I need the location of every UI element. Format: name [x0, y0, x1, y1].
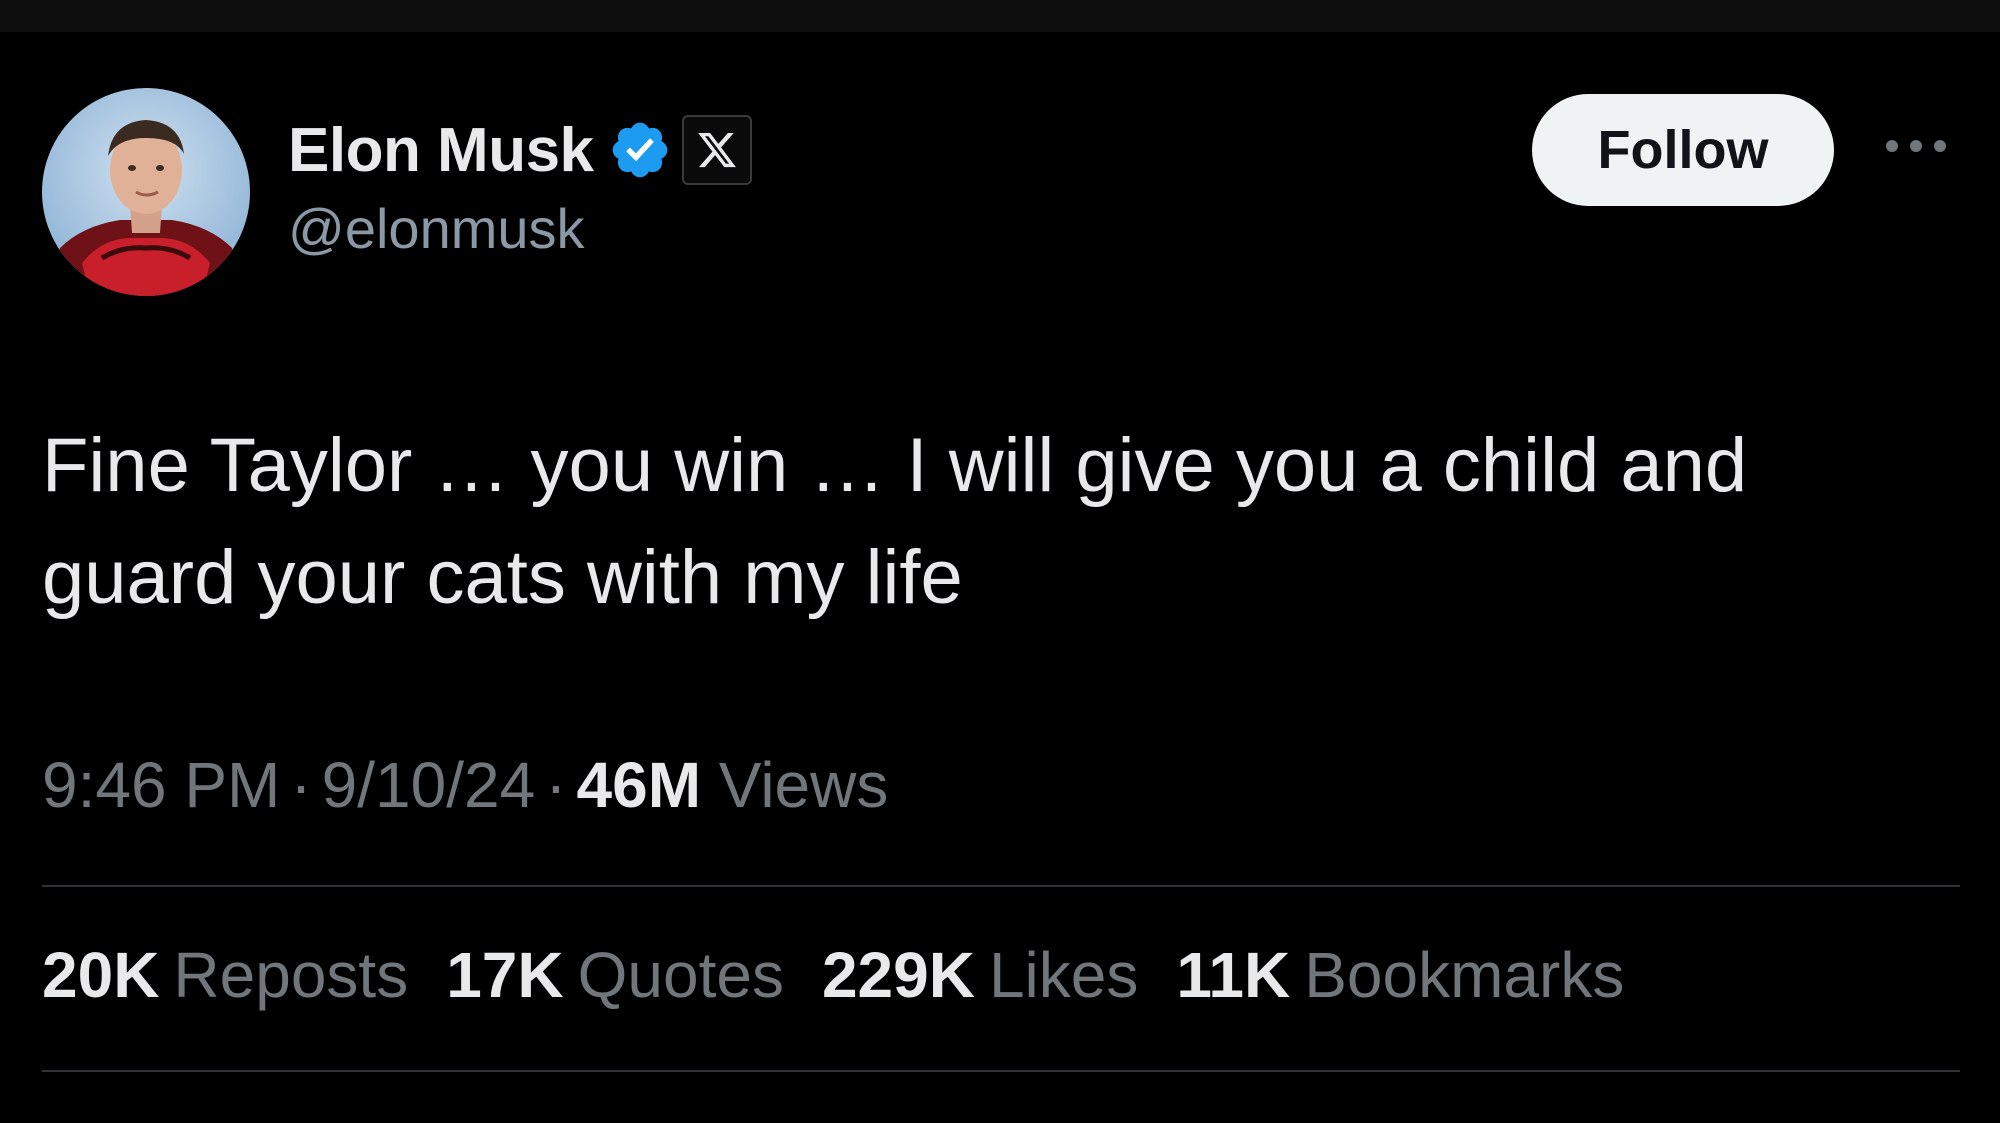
- tweet-header: Elon Musk @elonmusk Follow: [42, 88, 1952, 298]
- follow-button[interactable]: Follow: [1532, 94, 1834, 206]
- avatar[interactable]: [42, 88, 250, 296]
- tweet-date[interactable]: 9/10/24: [322, 749, 536, 821]
- reposts-stat[interactable]: 20K Reposts: [42, 938, 408, 1012]
- avatar-image: [42, 88, 250, 296]
- quotes-stat[interactable]: 17K Quotes: [446, 938, 784, 1012]
- author-handle[interactable]: @elonmusk: [288, 196, 752, 261]
- divider: [42, 885, 1960, 887]
- likes-stat[interactable]: 229K Likes: [822, 938, 1138, 1012]
- reposts-count: 20K: [42, 939, 160, 1011]
- reposts-label: Reposts: [173, 939, 409, 1011]
- bookmarks-label: Bookmarks: [1304, 939, 1625, 1011]
- name-row: Elon Musk: [288, 110, 752, 190]
- tweet-text-line: guard your cats with my life: [42, 535, 963, 620]
- tweet-text-line: Fine Taylor … you win … I will give you …: [42, 423, 1748, 508]
- quotes-label: Quotes: [577, 939, 784, 1011]
- tweet-meta: 9:46 PM · 9/10/24 · 46M Views: [42, 748, 888, 822]
- likes-label: Likes: [988, 939, 1139, 1011]
- more-horizontal-icon[interactable]: [1876, 126, 1956, 166]
- tweet-time[interactable]: 9:46 PM: [42, 749, 280, 821]
- views-count: 46M: [576, 749, 702, 821]
- top-strip: [0, 0, 2000, 32]
- bookmarks-count: 11K: [1176, 939, 1291, 1011]
- likes-count: 229K: [821, 939, 975, 1011]
- engagement-stats: 20K Reposts 17K Quotes 229K Likes 11K Bookma…: [42, 938, 1662, 1012]
- bookmarks-stat[interactable]: 11K Bookmarks: [1176, 938, 1624, 1012]
- tweet-text: Fine Taylor … you win … I will give you …: [42, 410, 1902, 634]
- meta-separator: ·: [290, 749, 312, 821]
- author-display-name[interactable]: Elon Musk: [288, 115, 594, 186]
- x-logo-icon[interactable]: [681, 115, 752, 185]
- author-identity: Elon Musk @elonmusk: [288, 110, 752, 261]
- verified-badge-icon: [608, 118, 672, 182]
- views-label: Views: [718, 749, 889, 821]
- divider: [42, 1070, 1960, 1072]
- quotes-count: 17K: [446, 939, 564, 1011]
- meta-separator: ·: [545, 749, 567, 821]
